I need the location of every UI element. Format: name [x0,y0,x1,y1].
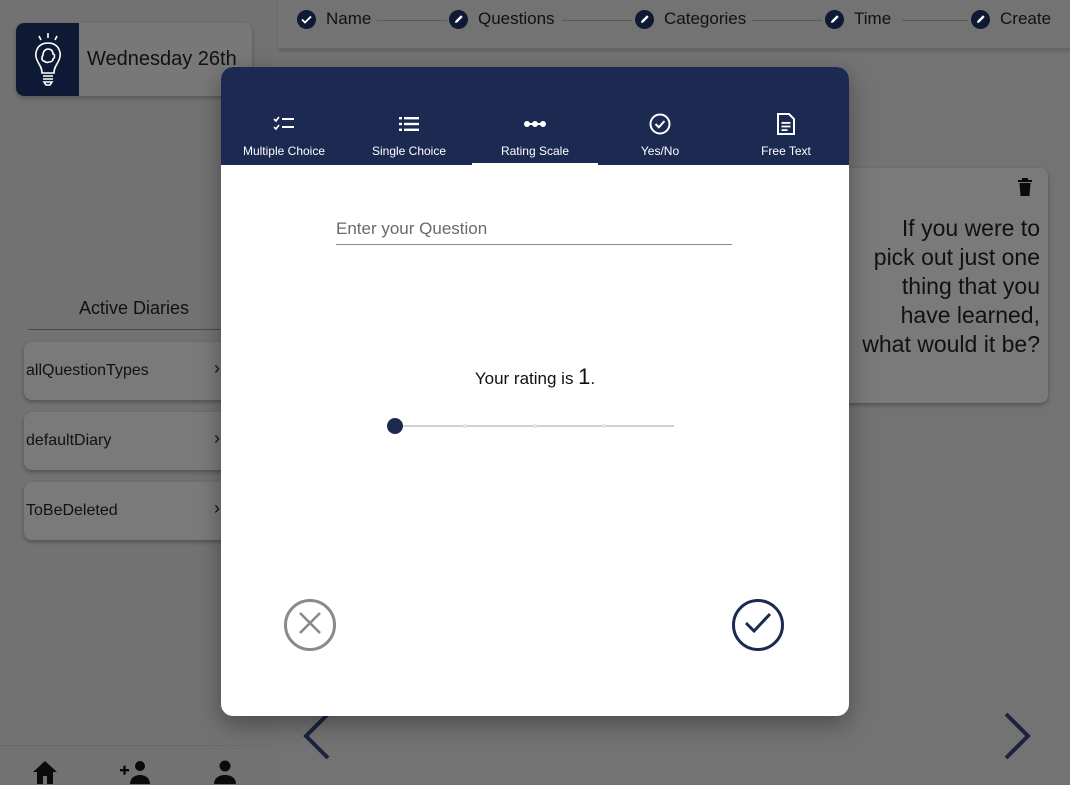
question-line: what would it be? [862,331,1040,357]
pencil-icon [449,9,468,29]
rating-readout: Your rating is 1. [221,364,849,390]
previous-arrow-icon[interactable] [302,712,332,765]
tab-label: Yes/No [640,144,680,158]
step-connector [752,20,822,21]
check-icon [297,9,316,29]
step-categories[interactable]: Categories [635,9,746,29]
step-label: Categories [664,9,747,28]
next-arrow-icon[interactable] [1002,712,1032,765]
person-icon[interactable] [213,760,237,785]
home-icon[interactable] [32,760,58,785]
diary-item-defaultdiary[interactable]: defaultDiary › [24,412,244,470]
tab-label: Multiple Choice [242,144,326,158]
question-line: thing that you [901,273,1040,299]
step-create[interactable]: Create [971,9,1051,29]
chevron-right-icon: › [214,428,220,448]
slider-tick [463,424,467,428]
tab-label: Rating Scale [500,144,570,158]
add-question-dialog: Multiple Choice Single Choice Rating Sca… [221,67,849,716]
wizard-stepper: Name Questions Categories Time Create [278,0,1070,49]
document-icon [723,111,849,137]
pencil-icon [825,9,844,29]
tab-label: Single Choice [371,144,447,158]
tab-free-text[interactable]: Free Text [723,111,849,165]
current-date: Wednesday 26th [87,48,237,70]
check-circle-icon [597,111,723,137]
confirm-button[interactable] [732,599,784,651]
checklist-icon [221,111,347,137]
list-icon [346,111,472,137]
chevron-right-icon: › [214,498,220,518]
tab-single-choice[interactable]: Single Choice [346,111,472,165]
tab-yes-no[interactable]: Yes/No [597,111,723,165]
question-text: If you were to pick out just one thing t… [822,214,1040,359]
step-time[interactable]: Time [825,9,891,29]
step-connector [562,20,632,21]
slider-tick [533,424,537,428]
active-tab-indicator [472,163,598,165]
tab-rating-scale[interactable]: Rating Scale [472,111,598,165]
bottom-navigation [0,745,274,785]
add-person-icon[interactable] [120,760,152,785]
diary-item-allquestiontypes[interactable]: allQuestionTypes › [24,342,244,400]
dots-icon [472,111,598,137]
diary-name: ToBeDeleted [26,502,118,519]
slider-tick [602,424,606,428]
step-label: Questions [478,9,555,28]
question-card[interactable]: If you were to pick out just one thing t… [822,168,1048,403]
question-line: pick out just one [873,244,1040,270]
rating-suffix: . [590,369,596,388]
tab-label: Free Text [761,144,811,158]
diary-item-tobedeleted[interactable]: ToBeDeleted › [24,482,244,540]
date-card: Wednesday 26th [16,23,252,96]
diary-name: allQuestionTypes [26,362,149,379]
close-icon [298,611,322,640]
rating-slider-thumb[interactable] [387,418,403,434]
step-name[interactable]: Name [297,9,371,29]
question-input[interactable] [336,205,732,245]
question-line: have learned, [900,302,1040,328]
tab-multiple-choice[interactable]: Multiple Choice [221,111,347,165]
step-label: Create [1000,9,1052,28]
rating-value: 1 [578,364,591,389]
lightbulb-brain-logo-icon [16,23,79,96]
step-connector [902,20,968,21]
pencil-icon [971,9,990,29]
cancel-button[interactable] [284,599,336,651]
active-diaries-heading: Active Diaries [78,298,190,318]
step-connector [377,20,447,21]
question-line: If you were to [901,215,1040,241]
pencil-icon [635,9,654,29]
diary-name: defaultDiary [26,432,112,449]
trash-icon[interactable] [1018,178,1032,201]
divider [28,329,240,330]
check-icon [744,612,772,639]
rating-prefix: Your rating is [474,369,579,388]
question-type-tabs: Multiple Choice Single Choice Rating Sca… [221,67,849,165]
step-questions[interactable]: Questions [449,9,555,29]
step-label: Name [326,9,372,28]
chevron-right-icon: › [214,358,220,378]
step-label: Time [854,9,892,28]
